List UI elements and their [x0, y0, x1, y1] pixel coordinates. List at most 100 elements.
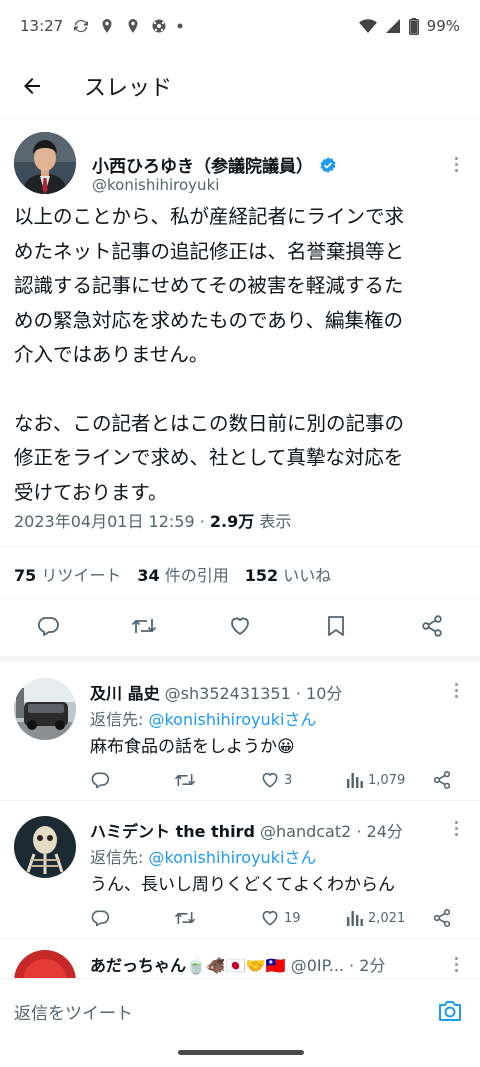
reply-author-name[interactable]: ハミデント the third	[90, 822, 255, 841]
reply-header: あだっちゃん🍵🐗🇯🇵🤝🇹🇼 @0IP... · 2分	[90, 952, 385, 976]
reply-button[interactable]	[90, 906, 110, 930]
like-icon	[231, 617, 249, 635]
gesture-navigation-bar[interactable]	[178, 1050, 304, 1055]
reply-icon	[37, 617, 59, 636]
tweet-meta: 2023年04月01日 12:59 · 2.9万 表示	[14, 508, 291, 532]
page-title: スレッド	[84, 76, 173, 101]
author-handle[interactable]: @konishihiroyuki	[92, 176, 219, 194]
share-button[interactable]	[432, 906, 452, 930]
reply-handle-time: @sh352431351 · 10分	[159, 684, 343, 703]
header-divider	[0, 118, 480, 119]
like-icon	[262, 772, 278, 788]
avatar-image	[14, 816, 76, 878]
like-button[interactable]	[226, 612, 254, 640]
reply-handle-time: @handcat2 · 24分	[254, 822, 403, 841]
camera-button[interactable]	[436, 997, 464, 1025]
reply-header: ハミデント the third @handcat2 · 24分	[90, 818, 403, 842]
reply-author-name[interactable]: 及川 晶史	[90, 684, 160, 703]
reply-to: 返信先: @konishihiroyukiさん	[90, 710, 317, 729]
reply-action-bar: 3 1,079	[90, 768, 466, 792]
reply-compose-bar: 返信をツイート	[0, 978, 480, 1044]
reply-text: 麻布食品の話をしようか😀	[90, 737, 295, 757]
more-icon[interactable]	[446, 678, 466, 702]
stats-row: 75 リツイート 34 件の引用 152 いいね	[14, 562, 331, 586]
bookmark-icon	[328, 616, 344, 636]
views-button[interactable]: 2,021	[346, 906, 405, 930]
reply-to: 返信先: @konishihiroyukiさん	[90, 848, 317, 867]
avatar[interactable]	[14, 678, 76, 740]
share-button[interactable]	[418, 612, 446, 640]
views-count: 1,079	[368, 772, 406, 788]
views-icon	[347, 773, 363, 788]
retweet-button[interactable]	[174, 906, 196, 930]
back-arrow-icon	[24, 78, 40, 94]
app-header: スレッド	[0, 56, 480, 116]
reply-tweet[interactable]: あだっちゃん🍵🐗🇯🇵🤝🇹🇼 @0IP... · 2分	[0, 938, 480, 978]
share-button[interactable]	[432, 768, 452, 792]
retweet-icon	[131, 619, 157, 633]
status-time: 13:27	[20, 17, 64, 35]
like-button[interactable]: 19	[260, 906, 301, 930]
share-icon	[422, 615, 442, 637]
main-action-bar	[0, 604, 480, 648]
more-icon[interactable]	[446, 152, 466, 176]
avatar[interactable]	[14, 950, 76, 978]
retweets-stat[interactable]: 75 リツイート	[14, 562, 121, 586]
quotes-stat[interactable]: 34 件の引用	[137, 562, 228, 586]
camera-icon	[439, 1001, 461, 1021]
views-button[interactable]: 1,079	[346, 768, 405, 792]
reply-text: うん、長いし周りくどくてよくわからん	[90, 875, 395, 895]
like-count: 19	[284, 910, 301, 926]
retweet-button[interactable]	[130, 612, 158, 640]
avatar-image	[14, 950, 76, 978]
reply-author-name[interactable]: あだっちゃん🍵🐗🇯🇵🤝🇹🇼	[90, 956, 286, 975]
reply-to-link[interactable]: @konishihiroyukiさん	[148, 848, 316, 867]
dot-icon	[177, 23, 183, 29]
more-icon[interactable]	[446, 952, 466, 976]
retweet-icon	[174, 774, 196, 786]
status-bar: 13:27 99%	[0, 0, 480, 52]
views-label: 表示	[254, 512, 292, 531]
reply-tweet[interactable]: 及川 晶史 @sh352431351 · 10分 返信先: @konishihi…	[0, 662, 480, 800]
share-icon	[433, 771, 451, 789]
reply-to-link[interactable]: @konishihiroyukiさん	[148, 710, 316, 729]
tweet-paragraph: なお、この記者とはこの数日前に別の記事の 修正をラインで求め、社として真摯な対応…	[14, 411, 405, 504]
reply-tweet[interactable]: ハミデント the third @handcat2 · 24分 返信先: @ko…	[0, 800, 480, 938]
sync-icon	[74, 19, 89, 33]
signal-icon	[385, 19, 400, 33]
avatar[interactable]	[14, 132, 76, 194]
likes-stat[interactable]: 152 いいね	[245, 562, 332, 586]
reply-action-bar: 19 2,021	[90, 906, 466, 930]
like-button[interactable]: 3	[260, 768, 292, 792]
like-count: 3	[284, 772, 293, 788]
battery-level: 99%	[426, 17, 460, 35]
reply-header: 及川 晶史 @sh352431351 · 10分	[90, 680, 342, 704]
like-icon	[262, 910, 278, 926]
bookmark-button[interactable]	[322, 612, 350, 640]
battery-icon	[408, 17, 419, 35]
tweet-timestamp[interactable]: 2023年04月01日 12:59 ·	[14, 512, 210, 531]
wifi-icon	[358, 19, 377, 33]
reply-icon	[91, 772, 110, 789]
meta-divider	[0, 546, 480, 547]
retweet-icon	[174, 912, 196, 924]
avatar-image	[14, 678, 76, 740]
author-name[interactable]: 小西ひろゆき（参議院議員）	[92, 152, 337, 177]
back-button[interactable]	[0, 56, 64, 116]
stats-divider	[0, 598, 480, 599]
tweet-paragraph: 以上のことから、私が産経記者にラインで求 めたネット記事の追記修正は、名誉棄損等…	[14, 205, 405, 366]
verified-badge-icon	[320, 156, 336, 173]
reply-input[interactable]: 返信をツイート	[14, 999, 133, 1024]
more-icon[interactable]	[446, 816, 466, 840]
reply-button[interactable]	[34, 612, 62, 640]
retweet-button[interactable]	[174, 768, 196, 792]
views-icon	[347, 911, 363, 926]
reply-handle-time: @0IP... · 2分	[285, 956, 386, 975]
author-row: 小西ひろゆき（参議院議員） @konishihiroyuki	[14, 132, 466, 196]
avatar[interactable]	[14, 816, 76, 878]
reply-button[interactable]	[90, 768, 110, 792]
views-count: 2.9万	[209, 512, 255, 531]
views-count: 2,021	[368, 910, 406, 926]
location-icon	[102, 19, 112, 33]
location-icon	[128, 19, 138, 33]
